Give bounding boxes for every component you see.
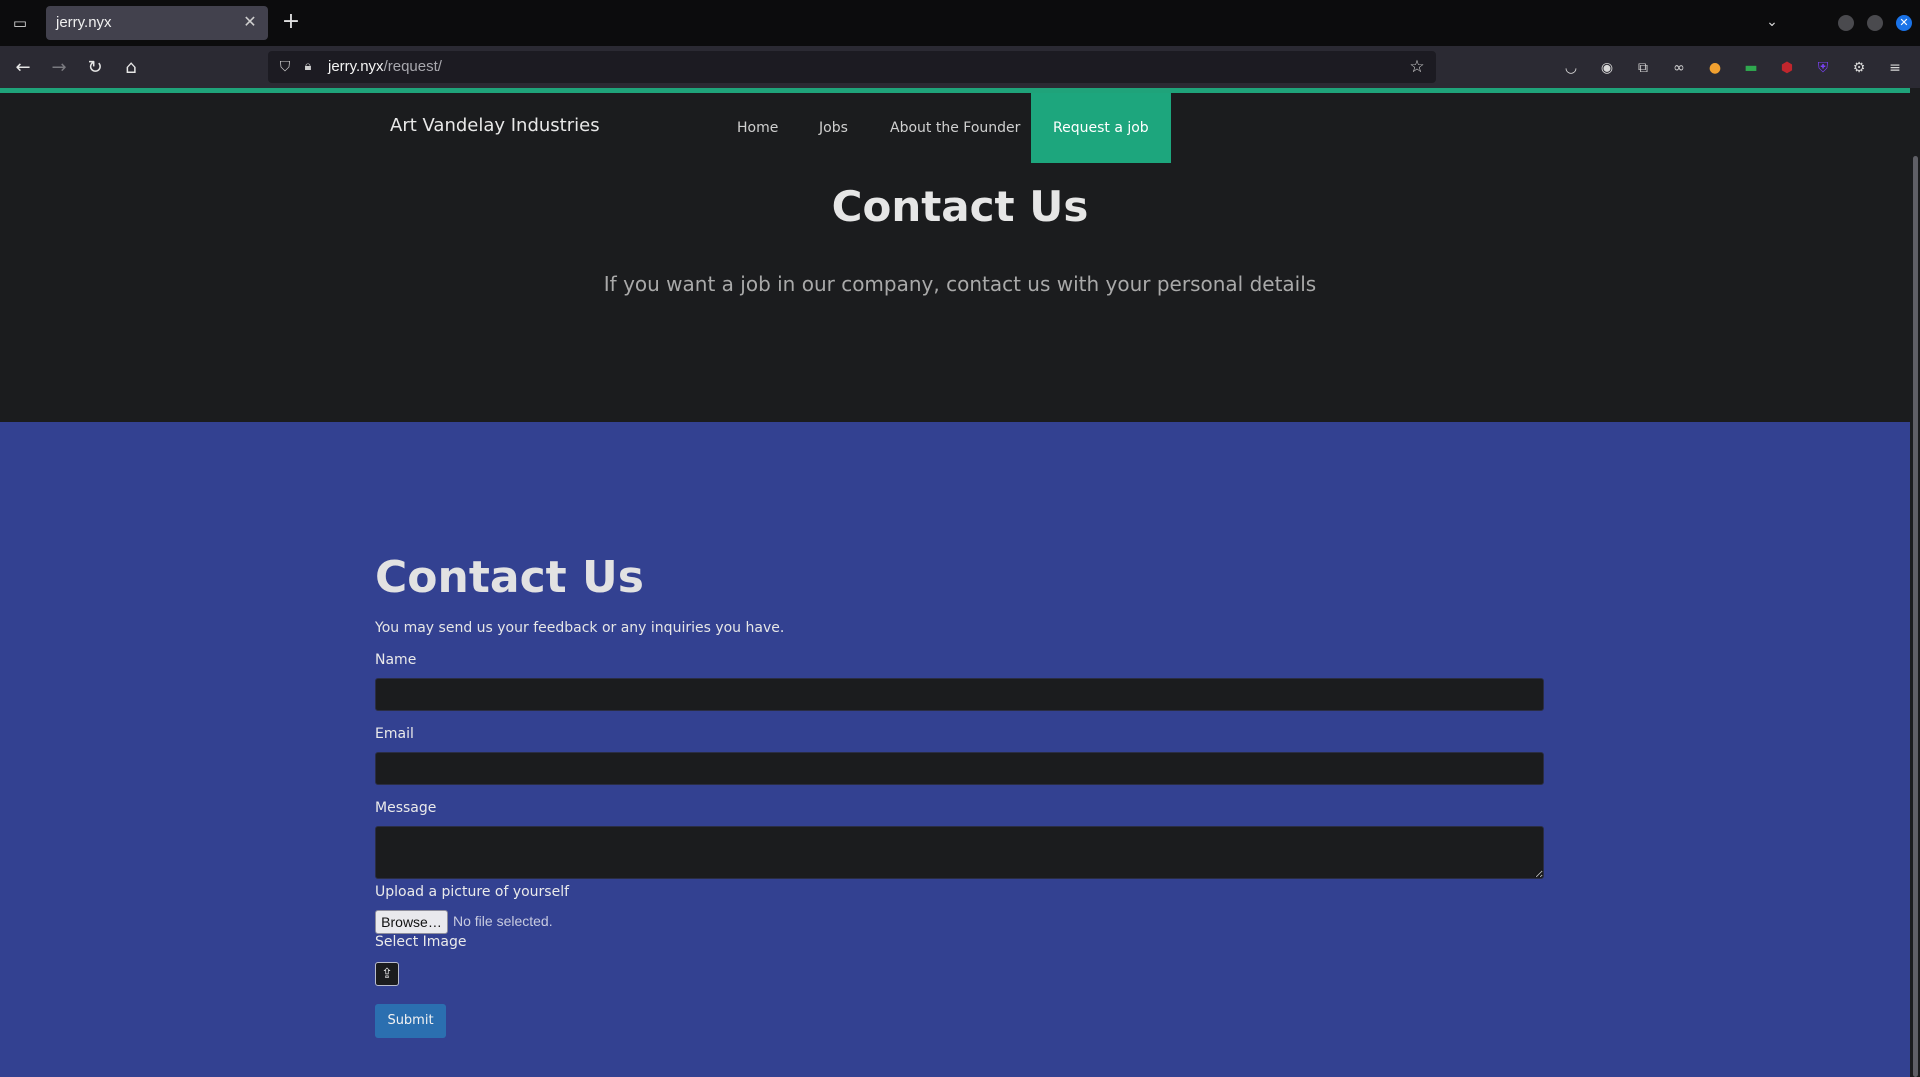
nav-about-founder[interactable]: About the Founder — [868, 93, 1042, 163]
tab-list-icon[interactable]: ▭ — [10, 13, 30, 33]
bookmark-star-icon[interactable]: ☆ — [1406, 56, 1428, 78]
browser-tab-bar: ▭ jerry.nyx ✕ + ⌄ ✕ — [0, 0, 1920, 46]
browser-tab[interactable]: jerry.nyx ✕ — [46, 6, 268, 40]
shield-extension-icon[interactable]: ⛨ — [1812, 57, 1834, 79]
form-description: You may send us your feedback or any inq… — [375, 620, 785, 636]
ublock-icon[interactable]: ⬢ — [1776, 57, 1798, 79]
url-host: jerry.nyx — [328, 58, 384, 75]
gear-icon[interactable]: ⚙ — [1848, 57, 1870, 79]
minimize-icon[interactable] — [1838, 15, 1854, 31]
scrollbar-thumb[interactable] — [1913, 156, 1918, 1077]
name-label: Name — [375, 652, 417, 668]
upload-label: Upload a picture of yourself — [375, 884, 570, 900]
page-viewport: Art Vandelay Industries Home Jobs About … — [0, 88, 1920, 1077]
home-icon[interactable]: ⌂ — [118, 55, 144, 81]
name-input[interactable] — [375, 678, 1544, 711]
nav-jobs[interactable]: Jobs — [797, 93, 870, 163]
back-icon[interactable]: ← — [10, 55, 36, 81]
hero-title: Contact Us — [831, 182, 1089, 231]
upload-icon[interactable]: ⇪ — [375, 962, 399, 986]
maximize-icon[interactable] — [1867, 15, 1883, 31]
shield-icon[interactable]: ⛉ — [276, 57, 294, 77]
nav-request-job[interactable]: Request a job — [1031, 93, 1171, 163]
nav-home[interactable]: Home — [715, 93, 800, 163]
hamburger-menu-icon[interactable]: ≡ — [1884, 57, 1906, 79]
tab-title: jerry.nyx — [56, 14, 112, 31]
email-label: Email — [375, 726, 414, 742]
account-icon[interactable]: ◉ — [1596, 57, 1618, 79]
site-navbar: Art Vandelay Industries Home Jobs About … — [0, 93, 1910, 163]
email-input[interactable] — [375, 752, 1544, 785]
hero-subtitle: If you want a job in our company, contac… — [603, 272, 1317, 296]
glasses-extension-icon[interactable]: ∞ — [1668, 57, 1690, 79]
pocket-icon[interactable]: ◡ — [1560, 57, 1582, 79]
site-brand[interactable]: Art Vandelay Industries — [390, 115, 600, 136]
browse-button[interactable]: Browse… — [375, 910, 448, 934]
tab-close-icon[interactable]: ✕ — [240, 12, 260, 32]
message-label: Message — [375, 800, 437, 816]
chevron-down-icon[interactable]: ⌄ — [1762, 12, 1782, 32]
lock-icon[interactable]: 🔒︎ — [300, 57, 316, 77]
contact-section: Contact Us You may send us your feedback… — [0, 422, 1910, 1077]
select-image-label: Select Image — [375, 934, 467, 950]
reload-icon[interactable]: ↻ — [82, 55, 108, 81]
url-path: /request/ — [383, 58, 442, 75]
new-tab-icon[interactable]: + — [280, 11, 302, 34]
scrollbar[interactable] — [1910, 88, 1920, 1077]
forward-icon[interactable]: → — [46, 55, 72, 81]
green-extension-icon[interactable]: ▬ — [1740, 57, 1762, 79]
close-window-icon[interactable]: ✕ — [1896, 15, 1912, 31]
submit-button[interactable]: Submit — [375, 1004, 446, 1038]
extensions-puzzle-icon[interactable]: ⧉ — [1632, 57, 1654, 79]
file-status: No file selected. — [453, 913, 553, 929]
url-text[interactable]: jerry.nyx/request/ — [328, 58, 442, 75]
message-textarea[interactable] — [375, 826, 1544, 879]
cookie-extension-icon[interactable]: ● — [1704, 57, 1726, 79]
browser-toolbar: ← → ↻ ⌂ ⛉ 🔒︎ jerry.nyx/request/ ☆ ◡ ◉ ⧉ … — [0, 46, 1920, 108]
form-title: Contact Us — [375, 552, 644, 603]
url-bar[interactable]: ⛉ 🔒︎ jerry.nyx/request/ ☆ — [268, 51, 1436, 83]
